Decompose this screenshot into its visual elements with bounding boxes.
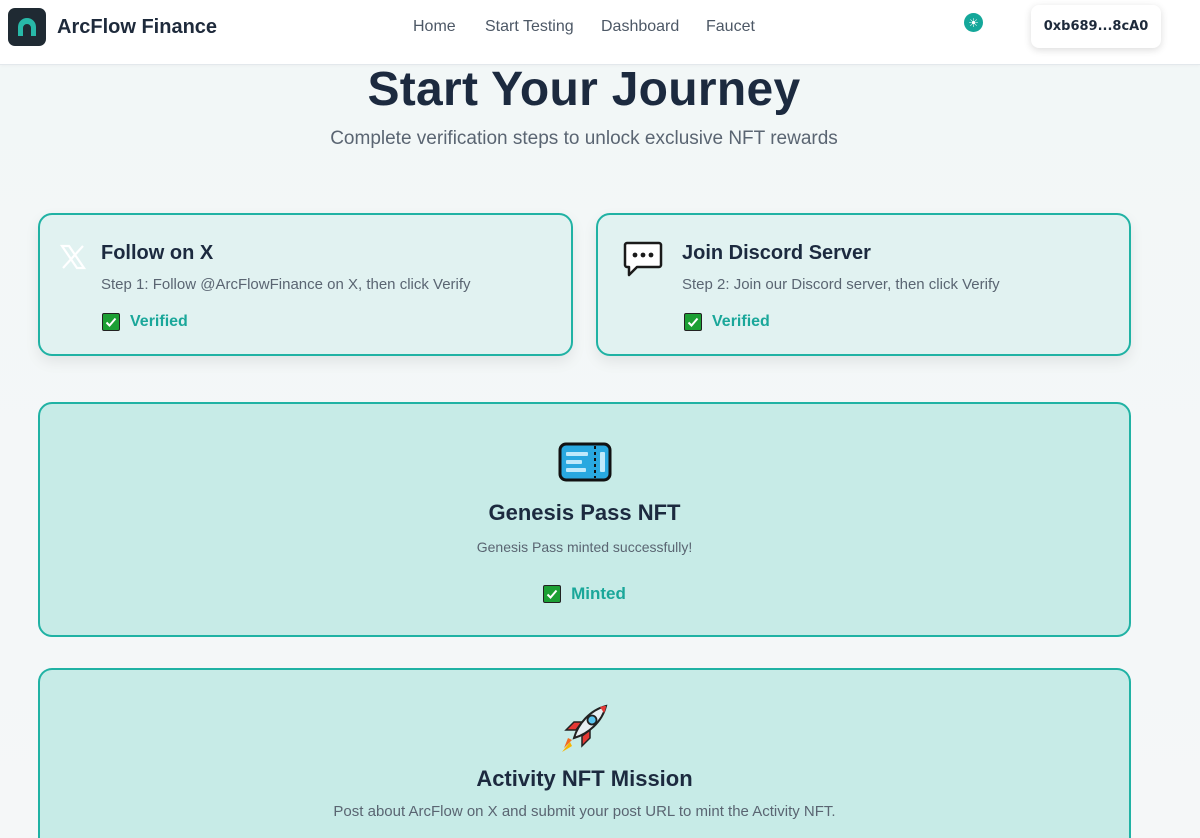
nav-dashboard-link[interactable]: Dashboard [601, 18, 679, 36]
nft-description: Genesis Pass minted successfully! [476, 539, 693, 555]
step-card-follow-x: Follow on X Step 1: Follow @ArcFlowFinan… [38, 213, 573, 356]
ticket-icon [40, 442, 1129, 487]
status-label: Verified [130, 313, 188, 330]
checkmark-icon [684, 313, 702, 331]
speech-bubble-icon [623, 241, 663, 284]
main-nav: Home Start Testing Dashboard Faucet [0, 18, 1200, 38]
step-description: Step 1: Follow @ArcFlowFinance on X, the… [101, 276, 471, 293]
nav-faucet-link[interactable]: Faucet [706, 18, 755, 36]
nav-home-link[interactable]: Home [413, 18, 456, 36]
activity-nft-card: Activity NFT Mission Post about ArcFlow … [38, 668, 1131, 838]
nav-start-testing-link[interactable]: Start Testing [485, 18, 574, 36]
sun-icon[interactable]: ☀ [964, 13, 983, 32]
checkmark-icon [102, 313, 120, 331]
minted-status: Minted [40, 584, 1129, 605]
mission-description: Post about ArcFlow on X and submit your … [333, 803, 836, 820]
genesis-pass-card: Genesis Pass NFT Genesis Pass minted suc… [38, 402, 1131, 637]
verified-status: Verified [684, 313, 770, 331]
step-description: Step 2: Join our Discord server, then cl… [682, 276, 1000, 293]
status-label: Minted [571, 584, 626, 603]
page-title: Start Your Journey [367, 63, 801, 116]
nft-title: Genesis Pass NFT [488, 500, 681, 525]
checkmark-icon [543, 585, 562, 603]
mission-title: Activity NFT Mission [476, 766, 693, 791]
step-card-join-discord: Join Discord Server Step 2: Join our Dis… [596, 213, 1131, 356]
x-logo-icon [59, 243, 87, 276]
rocket-icon [40, 700, 1129, 759]
step-title: Join Discord Server [682, 242, 871, 264]
top-nav-bar: ArcFlow Finance Home Start Testing Dashb… [0, 0, 1200, 65]
verified-status: Verified [102, 313, 188, 331]
page-subtitle: Complete verification steps to unlock ex… [330, 128, 838, 149]
step-title: Follow on X [101, 242, 214, 264]
status-label: Verified [712, 313, 770, 330]
wallet-address-button[interactable]: 0xb689...8cA0 [1031, 5, 1161, 48]
